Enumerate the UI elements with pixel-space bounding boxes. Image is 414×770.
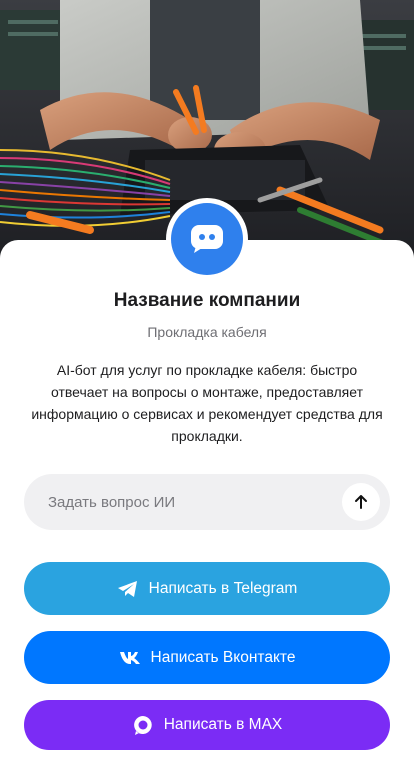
write-max-button[interactable]: Написать в MAX [24, 700, 390, 750]
write-telegram-label: Написать в Telegram [148, 579, 298, 597]
ask-ai-input[interactable] [48, 474, 348, 530]
write-vk-label: Написать Вконтакте [150, 648, 296, 666]
avatar [171, 203, 243, 275]
company-category: Прокладка кабеля [147, 324, 267, 340]
chat-bot-icon [191, 225, 223, 253]
write-telegram-button[interactable]: Написать в Telegram [24, 562, 390, 615]
write-vk-button[interactable]: Написать Вконтакте [24, 631, 390, 684]
ask-ai-field[interactable] [24, 474, 390, 530]
company-description: AI-бот для услуг по прокладке кабеля: бы… [31, 362, 383, 444]
max-icon [132, 714, 154, 736]
vk-icon [119, 651, 141, 665]
write-max-label: Написать в MAX [163, 716, 283, 733]
telegram-icon [117, 580, 139, 598]
company-name: Название компании [113, 290, 301, 311]
arrow-up-icon [355, 495, 367, 509]
send-button[interactable] [342, 483, 380, 521]
